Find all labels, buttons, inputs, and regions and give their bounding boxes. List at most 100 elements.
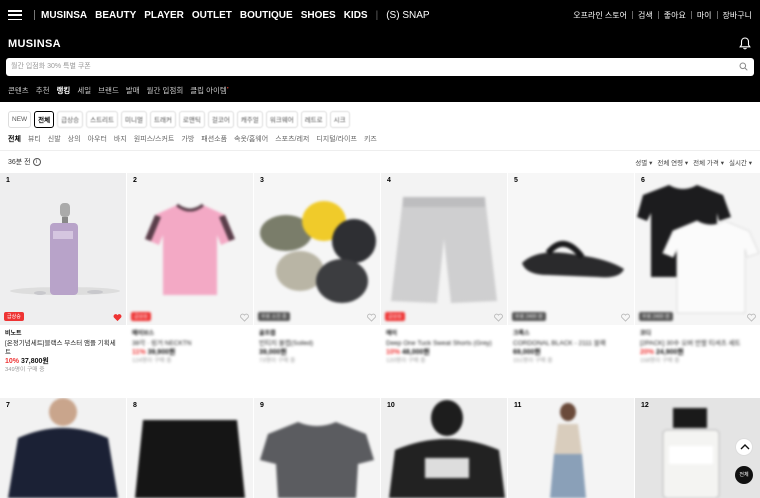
product-card[interactable]: 1 급상승 비노트 [온정기념세트]블랙스 부스터 앰플 기획세트 10% 37… bbox=[0, 173, 126, 375]
subnav-contents[interactable]: 콘텐츠 bbox=[8, 85, 29, 96]
subnav-release[interactable]: 발매 bbox=[126, 85, 140, 96]
nav-musinsa[interactable]: MUSINSA bbox=[41, 10, 87, 21]
product-card[interactable]: 10 bbox=[381, 398, 507, 498]
filter-age[interactable]: 전체 연령 ▾ bbox=[657, 157, 688, 167]
chip-tracker[interactable]: 트래커 bbox=[149, 110, 176, 128]
product-image[interactable]: 2 급상승 bbox=[127, 173, 253, 325]
product-name[interactable]: 38각 · 링거 NECKTN bbox=[132, 339, 248, 348]
subnav-monthly[interactable]: 월간 입점회 bbox=[147, 85, 184, 96]
brand-name[interactable]: 코디 bbox=[640, 330, 755, 339]
chip-street[interactable]: 스트리트 bbox=[86, 110, 119, 128]
my-link[interactable]: 마이 bbox=[697, 10, 712, 21]
chip-girlcore[interactable]: 걸코어 bbox=[207, 110, 234, 128]
product-image[interactable]: 11 bbox=[508, 398, 634, 498]
nav-shoes[interactable]: SHOES bbox=[301, 10, 336, 21]
filter-realtime[interactable]: 실시간 ▾ bbox=[729, 157, 752, 167]
brand-name[interactable]: 에이 bbox=[386, 330, 502, 339]
chip-workwear[interactable]: 워크웨어 bbox=[265, 110, 298, 128]
tab-outer[interactable]: 아우터 bbox=[88, 134, 107, 144]
likes-link[interactable]: 좋아요 bbox=[664, 10, 686, 21]
heart-outline-icon[interactable] bbox=[747, 313, 756, 322]
product-card[interactable]: 7 bbox=[0, 398, 126, 498]
tab-sports[interactable]: 스포츠/레저 bbox=[275, 134, 309, 144]
tab-accessory[interactable]: 패션소품 bbox=[201, 134, 227, 144]
search-input[interactable]: 월간 입점화 30% 특별 쿠폰 bbox=[6, 58, 754, 76]
heart-outline-icon[interactable] bbox=[621, 313, 630, 322]
tab-pants[interactable]: 바지 bbox=[114, 134, 127, 144]
product-image[interactable]: 7 bbox=[0, 398, 126, 498]
nav-outlet[interactable]: OUTLET bbox=[192, 10, 232, 21]
hamburger-menu-icon[interactable] bbox=[8, 10, 22, 20]
tab-onepiece[interactable]: 원피스/스커트 bbox=[134, 134, 175, 144]
product-card[interactable]: 5 무료 2400 원 크록스 CORDONAL BLACK - 2111 블랙… bbox=[508, 173, 634, 366]
product-image[interactable]: 3 무료 소진 중 bbox=[254, 173, 380, 325]
tab-digital[interactable]: 디지털/라이프 bbox=[316, 134, 357, 144]
cart-link[interactable]: 장바구니 bbox=[723, 10, 752, 21]
subnav-sale[interactable]: 세일 bbox=[77, 85, 91, 96]
info-icon[interactable]: i bbox=[32, 158, 41, 166]
product-image[interactable]: 8 bbox=[127, 398, 253, 498]
product-name[interactable]: 빈티지 볼캡(Soiled) bbox=[259, 339, 375, 348]
search-link[interactable]: 검색 bbox=[638, 10, 653, 21]
product-image[interactable]: 9 bbox=[254, 398, 380, 498]
product-image[interactable]: 5 무료 2400 원 bbox=[508, 173, 634, 325]
logo[interactable]: MUSINSA bbox=[8, 38, 61, 50]
bell-icon[interactable] bbox=[739, 37, 751, 50]
tab-top[interactable]: 상의 bbox=[68, 134, 81, 144]
chip-retro[interactable]: 레트로 bbox=[300, 110, 327, 128]
tab-bag[interactable]: 가방 bbox=[181, 134, 194, 144]
product-name[interactable]: [온정기념세트]블랙스 부스터 앰플 기획세트 bbox=[5, 339, 121, 357]
product-card[interactable]: 6 무료 2400 원 코디 [2PACK] 30수 오버 반팔 티셔츠 세트 … bbox=[635, 173, 760, 366]
subnav-recommend[interactable]: 추천 bbox=[36, 85, 50, 96]
chip-minimal[interactable]: 미니멀 bbox=[121, 110, 147, 128]
tab-all[interactable]: 전체 bbox=[8, 134, 21, 144]
tab-beauty[interactable]: 뷰티 bbox=[28, 134, 41, 144]
chip-casual[interactable]: 캐주얼 bbox=[236, 110, 263, 128]
heart-outline-icon[interactable] bbox=[494, 313, 503, 322]
heart-outline-icon[interactable] bbox=[240, 313, 249, 322]
nav-player[interactable]: PLAYER bbox=[144, 10, 184, 21]
product-card[interactable]: 3 무료 소진 중 골프캡 빈티지 볼캡(Soiled) 39,000원 73명… bbox=[254, 173, 380, 366]
product-card[interactable]: 8 bbox=[127, 398, 253, 498]
product-image[interactable]: 4 급상승 bbox=[381, 173, 507, 325]
product-image[interactable]: 1 급상승 bbox=[0, 173, 126, 325]
product-card[interactable]: 11 bbox=[508, 398, 634, 498]
nav-snap[interactable]: (S) SNAP bbox=[386, 10, 429, 21]
chip-new[interactable]: NEW bbox=[8, 110, 32, 128]
brand-name[interactable]: 비노트 bbox=[5, 330, 121, 339]
tab-underwear[interactable]: 속옷/홈웨어 bbox=[234, 134, 268, 144]
filter-price[interactable]: 전체 가격 ▾ bbox=[693, 157, 724, 167]
product-name[interactable]: Deep One Tuck Sweat Shorts (Grey) bbox=[386, 339, 502, 348]
chip-romantic[interactable]: 로맨틱 bbox=[178, 110, 205, 128]
subnav-ranking[interactable]: 랭킹 bbox=[57, 85, 71, 96]
all-menu-button[interactable]: 전체 bbox=[735, 466, 753, 484]
subnav-brand[interactable]: 브랜드 bbox=[98, 85, 119, 96]
nav-kids[interactable]: KIDS bbox=[344, 10, 368, 21]
chip-chic[interactable]: 시크 bbox=[329, 110, 350, 128]
product-name[interactable]: [2PACK] 30수 오버 반팔 티셔츠 세트 bbox=[640, 339, 755, 348]
tab-kids[interactable]: 키즈 bbox=[364, 134, 377, 144]
offline-store-link[interactable]: 오프라인 스토어 bbox=[573, 10, 627, 21]
product-image[interactable]: 6 무료 2400 원 bbox=[635, 173, 760, 325]
chip-rising[interactable]: 급상승 bbox=[57, 110, 84, 128]
chip-all[interactable]: 전체 bbox=[34, 110, 55, 128]
product-card[interactable]: 4 급상승 에이 Deep One Tuck Sweat Shorts (Gre… bbox=[381, 173, 507, 366]
price: 39,000원 bbox=[259, 348, 375, 357]
filter-gender[interactable]: 성별 ▾ bbox=[635, 157, 652, 167]
heart-outline-icon[interactable] bbox=[367, 313, 376, 322]
scroll-top-button[interactable] bbox=[735, 438, 753, 456]
nav-boutique[interactable]: BOUTIQUE bbox=[240, 10, 293, 21]
brand-name[interactable]: 크록스 bbox=[513, 330, 629, 339]
brand-name[interactable]: 메이브스 bbox=[132, 330, 248, 339]
product-card[interactable]: 9 bbox=[254, 398, 380, 498]
product-image[interactable]: 10 bbox=[381, 398, 507, 498]
product-card[interactable]: 2 급상승 메이브스 38각 · 링거 NECKTN 11% 39,900원 1… bbox=[127, 173, 253, 366]
product-name[interactable]: CORDONAL BLACK - 2111 블랙 bbox=[513, 339, 629, 348]
nav-beauty[interactable]: BEAUTY bbox=[95, 10, 136, 21]
brand-name[interactable]: 골프캡 bbox=[259, 330, 375, 339]
subnav-clip-item[interactable]: 클립 아이템• bbox=[190, 85, 228, 96]
heart-filled-icon[interactable] bbox=[113, 313, 122, 322]
tab-shoes[interactable]: 신발 bbox=[48, 134, 61, 144]
search-icon[interactable] bbox=[739, 62, 748, 71]
arrow-up-icon bbox=[740, 444, 750, 450]
